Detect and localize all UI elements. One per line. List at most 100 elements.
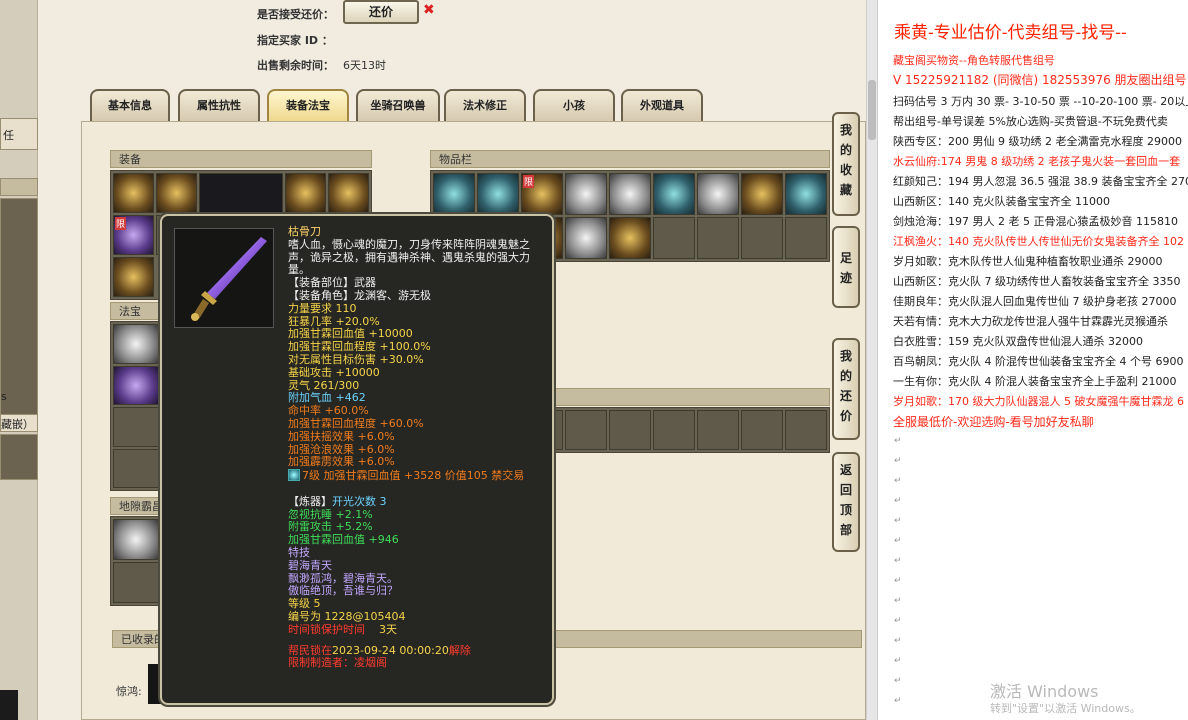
- game-page: 任 s 藏嵌） 是否接受还价： 还价 ✖ 指定买家 ID ： 出售剩余时间： 6…: [0, 0, 866, 720]
- item-special: 特技: [288, 545, 310, 559]
- inventory-slot[interactable]: [653, 217, 695, 259]
- fabao-slot[interactable]: [113, 407, 159, 447]
- fabao-slot[interactable]: [113, 365, 159, 405]
- item-pili: 加强霹雳效果 +6.0%: [288, 455, 395, 469]
- doc-line: 全服最低价-欢迎选购-看号加好友私聊: [893, 415, 1094, 429]
- my-favorites-button[interactable]: 我的收藏: [832, 112, 860, 216]
- doc-line: 藏宝阁买物资--角色转服代售组号: [893, 54, 1055, 67]
- storage-slot[interactable]: [785, 410, 827, 450]
- tab-appearance[interactable]: 外观道具: [621, 89, 703, 121]
- doc-line: 扫码估号 3 万内 30 票- 3-10-50 票 --10-20-100 票-…: [893, 95, 1188, 108]
- inventory-slot[interactable]: [477, 173, 519, 215]
- storage-slot[interactable]: [697, 410, 739, 450]
- inventory-slot[interactable]: [697, 217, 739, 259]
- left-label-text: 藏嵌）: [1, 418, 34, 431]
- tab-mounts[interactable]: 坐骑召唤兽: [356, 89, 440, 121]
- lock-suffix: 解除: [448, 643, 471, 657]
- restricted-badge: 限: [115, 217, 127, 230]
- lock-prefix: 帮民锁在: [288, 643, 332, 657]
- left-section-header: [0, 178, 38, 196]
- fabao-slot[interactable]: [113, 324, 159, 364]
- dimu-slot[interactable]: [113, 519, 159, 560]
- back-to-top-button[interactable]: 返回顶部: [832, 452, 860, 552]
- equipment-slot-weapon[interactable]: 限: [113, 215, 154, 255]
- tab-child[interactable]: 小孩: [533, 89, 615, 121]
- equipment-slot[interactable]: [285, 173, 326, 213]
- tab-equipment[interactable]: 装备法宝: [267, 89, 349, 121]
- document-pane: 乘黄-专业估价-代卖组号-找号-- 藏宝阁买物资--角色转服代售组号 V 152…: [878, 0, 1188, 720]
- equipment-slot[interactable]: [156, 173, 197, 213]
- close-icon[interactable]: ✖: [423, 2, 435, 18]
- footprints-label: 足迹: [839, 251, 852, 285]
- weapon-icon: [174, 228, 274, 328]
- dimu-grid: [110, 516, 162, 606]
- left-grid-2: [0, 434, 38, 480]
- inventory-slot[interactable]: [697, 173, 739, 215]
- scrollbar-thumb[interactable]: [868, 80, 876, 140]
- item-maker: 限制制造者：凌烟阁: [288, 656, 387, 670]
- inventory-slot[interactable]: [741, 217, 783, 259]
- equipment-section-title: 装备: [110, 150, 372, 168]
- item-sea-title: 碧海青天: [288, 558, 332, 572]
- doc-line: V 15225921182 (同微信) 182553976 朋友圈出组号: [893, 73, 1187, 87]
- storage-slot[interactable]: [653, 410, 695, 450]
- fabao-slot[interactable]: [113, 448, 159, 488]
- doc-line: 白衣胜雪：159 克火队双盘传世仙混人通杀 32000: [893, 335, 1143, 348]
- doc-line: 百鸟朝凤：克火队 4 阶混传世仙装备宝宝齐全 4 个号 6900: [893, 355, 1184, 368]
- paragraph-mark: ↵: [894, 636, 902, 646]
- item-description: 嗜人血，慑心魂的魔刀，刀身传来阵阵阴魂鬼魅之声，诡异之极，拥有遇神杀神、遇鬼杀鬼…: [288, 237, 530, 277]
- back-to-top-label: 返回顶部: [839, 463, 852, 537]
- equipment-slot[interactable]: [113, 257, 154, 297]
- item-tooltip: 枯骨刀 嗜人血，慑心魂的魔刀，刀身传来阵阵阴魂鬼魅之声，诡异之极，拥有遇神杀神、…: [160, 214, 554, 705]
- inventory-slot[interactable]: [565, 173, 607, 215]
- paragraph-mark: ↵: [894, 436, 902, 446]
- left-tab-stub[interactable]: 任: [0, 118, 38, 150]
- my-offers-label: 我的还价: [839, 349, 852, 423]
- item-strength: 力量要求 110: [288, 301, 357, 315]
- inventory-slot[interactable]: [653, 173, 695, 215]
- inventory-slot[interactable]: [785, 217, 827, 259]
- footprints-button[interactable]: 足迹: [832, 226, 860, 308]
- protect-days: 3天: [379, 622, 397, 636]
- dimu-slot[interactable]: [113, 562, 159, 603]
- paragraph-mark: ↵: [894, 516, 902, 526]
- storage-slot[interactable]: [565, 410, 607, 450]
- tab-attributes[interactable]: 属性抗性: [178, 89, 260, 121]
- doc-line: 天若有情：克木大力砍龙传世混人强牛甘霖霹光灵猴通杀: [893, 315, 1168, 328]
- tooltip-text: 枯骨刀 嗜人血，慑心魂的魔刀，刀身传来阵阵阴魂鬼魅之声，诡异之极，拥有遇神杀神、…: [288, 225, 548, 670]
- paragraph-mark: ↵: [894, 596, 902, 606]
- my-offers-button[interactable]: 我的还价: [832, 338, 860, 440]
- lock-time: 2023-09-24 00:00:20: [332, 643, 449, 657]
- my-favorites-label: 我的收藏: [839, 123, 852, 197]
- paragraph-mark: ↵: [894, 556, 902, 566]
- doc-line: 岁月如歌：170 级大力队仙器混人 5 破女魔强牛魔甘霖龙 6: [893, 395, 1184, 408]
- storage-slot[interactable]: [609, 410, 651, 450]
- inventory-slot[interactable]: [741, 173, 783, 215]
- paragraph-mark: ↵: [894, 616, 902, 626]
- return-offer-button[interactable]: 还价: [343, 0, 419, 24]
- paragraph-mark: ↵: [894, 496, 902, 506]
- inventory-slot[interactable]: [609, 173, 651, 215]
- protect-label: 时间锁保护时间: [288, 622, 365, 636]
- tab-basic-info[interactable]: 基本信息: [90, 89, 170, 121]
- inventory-section-title: 物品栏: [430, 150, 830, 168]
- inventory-slot[interactable]: [609, 217, 651, 259]
- inventory-slot[interactable]: [565, 217, 607, 259]
- inventory-slot[interactable]: 限: [521, 173, 563, 215]
- inventory-slot[interactable]: [433, 173, 475, 215]
- item-heal-val2: 加强甘霖回血值 +946: [288, 533, 399, 547]
- left-tab-label: 任: [3, 129, 14, 142]
- doc-line: 山西新区：克火队 7 级功绣传世人畜牧装备宝宝齐全 3350: [893, 275, 1181, 288]
- storage-slot[interactable]: [741, 410, 783, 450]
- protect-row: 时间锁保护时间 3天: [288, 622, 548, 637]
- equipment-slot[interactable]: [328, 173, 369, 213]
- item-gem: 7级 加强甘霖回血值 +3528 价值105 禁交易: [302, 469, 525, 483]
- equipment-slot[interactable]: [113, 173, 154, 213]
- inventory-slot[interactable]: [785, 173, 827, 215]
- doc-line: 红颜知己：194 男人忽混 36.5 强混 38.9 装备宝宝齐全 2700: [893, 175, 1188, 188]
- restricted-badge: 限: [523, 175, 535, 188]
- item-base-atk: 基础攻击 +10000: [288, 365, 380, 379]
- left-item-grid: [0, 198, 38, 420]
- item-name: 枯骨刀: [288, 225, 321, 238]
- tab-spells[interactable]: 法术修正: [444, 89, 526, 121]
